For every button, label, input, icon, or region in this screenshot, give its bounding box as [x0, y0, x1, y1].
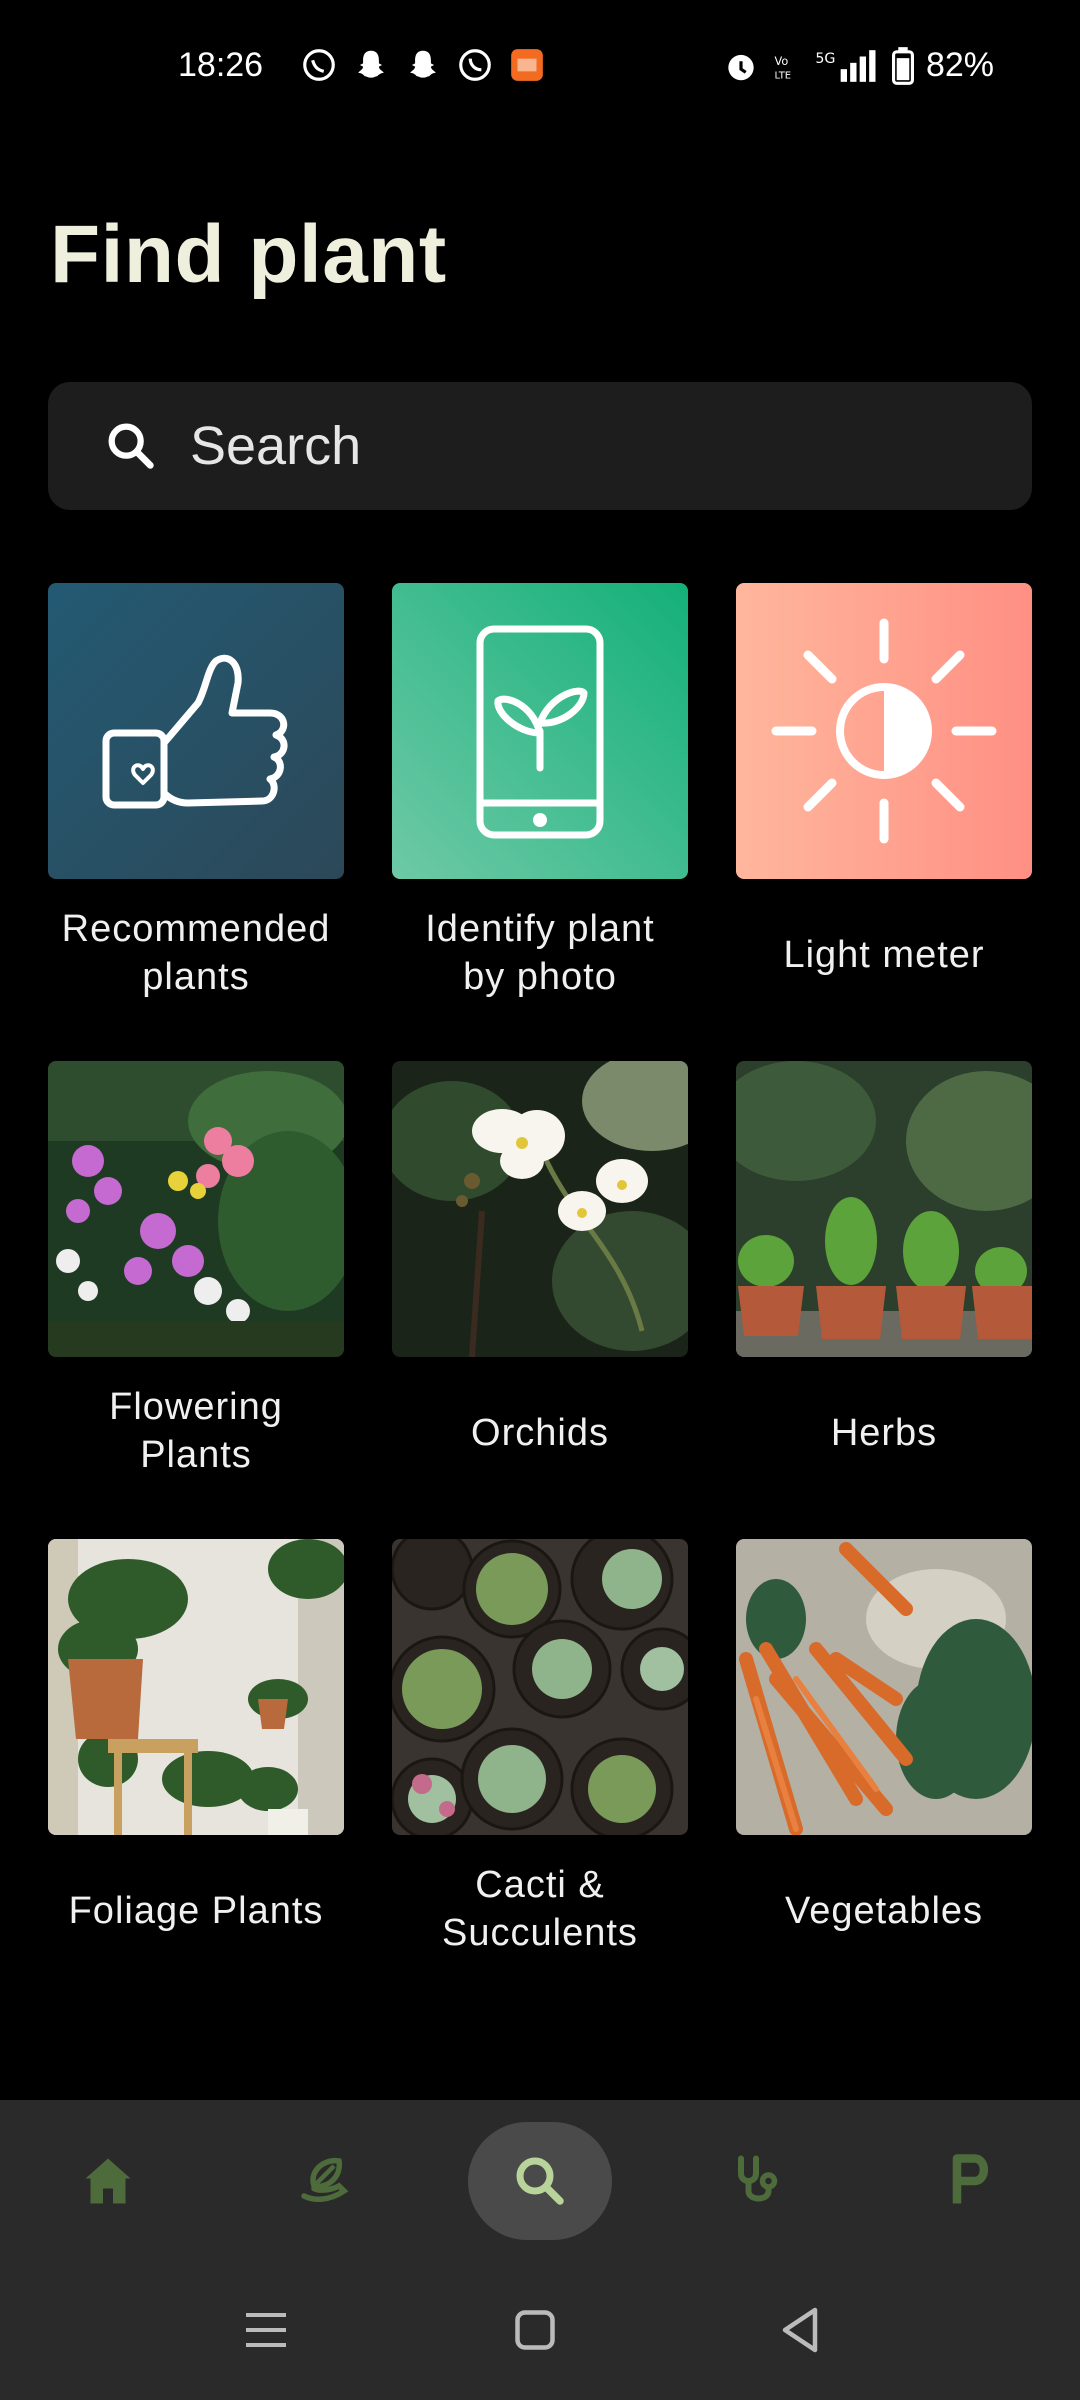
svg-text:LTE: LTE: [774, 70, 791, 81]
system-status-icons: Vo LTE 5G 82%: [722, 46, 994, 85]
letter-p-icon: [952, 2154, 989, 2204]
recent-apps-icon[interactable]: [236, 2300, 296, 2360]
thumbs-up-icon: [48, 583, 344, 879]
tile-cacti-succulents[interactable]: Cacti & Succulents: [392, 1539, 688, 1957]
bottom-navigation: [0, 2100, 1080, 2260]
svg-text:5G: 5G: [815, 50, 835, 66]
stethoscope-icon: [738, 2155, 778, 2202]
tile-orchids[interactable]: Orchids: [392, 1061, 688, 1457]
cacti-succulents-image: [392, 1539, 688, 1835]
light-meter-tile-image: [736, 583, 1032, 879]
orchids-image: [392, 1061, 688, 1357]
tile-light-meter[interactable]: Light meter: [736, 583, 1032, 979]
status-time: 18:26: [178, 46, 264, 84]
tile-label: Herbs: [830, 1412, 938, 1454]
system-navigation-bar: [0, 2260, 1080, 2400]
whatsapp-business-icon: [303, 49, 335, 81]
tile-foliage-plants[interactable]: Foliage Plants: [48, 1539, 344, 1935]
recommended-tile-image: [48, 583, 344, 879]
nav-my-plants[interactable]: [254, 2126, 394, 2236]
tile-label: Orchids: [471, 1412, 609, 1454]
snapchat-icon: [410, 50, 436, 78]
battery-icon: [891, 46, 914, 85]
search-input[interactable]: Search: [48, 382, 1032, 510]
tile-label: Flowering Plants: [109, 1386, 283, 1476]
tile-label: Identify plant by photo: [425, 908, 655, 998]
volte-icon: Vo LTE: [774, 54, 791, 81]
nav-diagnose[interactable]: [686, 2126, 826, 2236]
search-placeholder: Search: [190, 416, 362, 476]
vegetables-image: [736, 1539, 1032, 1835]
whatsapp-icon: [459, 49, 491, 81]
nav-premium[interactable]: [902, 2126, 1042, 2236]
search-icon: [108, 423, 154, 469]
back-icon[interactable]: [770, 2300, 830, 2360]
identify-tile-image: [392, 583, 688, 879]
flowering-plants-image: [48, 1061, 344, 1357]
snapchat-icon: [358, 50, 384, 78]
home-icon: [85, 2158, 131, 2204]
leaf-hand-icon: [301, 2157, 349, 2203]
tile-identify-plant[interactable]: Identify plant by photo: [392, 583, 688, 1001]
foliage-plants-image: [48, 1539, 344, 1835]
tile-label: Recommended plants: [61, 908, 331, 998]
signal-5g-icon: 5G: [815, 49, 876, 82]
svg-text:Vo: Vo: [774, 54, 788, 67]
herbs-image: [736, 1061, 1032, 1357]
search-icon: [516, 2157, 564, 2205]
sun-icon: [736, 583, 1032, 879]
nav-home[interactable]: [38, 2126, 178, 2236]
tile-herbs[interactable]: Herbs: [736, 1061, 1032, 1457]
tile-label: Cacti & Succulents: [442, 1864, 638, 1954]
app-badge-icon: [511, 49, 543, 81]
home-button-icon[interactable]: [505, 2300, 565, 2360]
tile-label: Foliage Plants: [68, 1890, 324, 1932]
page-title: Find plant: [50, 209, 447, 300]
nav-search[interactable]: [468, 2122, 612, 2240]
tile-label: Light meter: [783, 934, 985, 976]
notification-icons: [300, 46, 546, 84]
phone-sprout-icon: [392, 583, 688, 879]
tile-recommended-plants[interactable]: Recommended plants: [48, 583, 344, 1001]
status-bar: 18:26 Vo LTE 5G 82%: [0, 0, 1080, 136]
battery-percentage: 82%: [925, 46, 994, 84]
tile-vegetables[interactable]: Vegetables: [736, 1539, 1032, 1935]
alarm-icon: [728, 54, 754, 80]
tile-label: Vegetables: [784, 1890, 984, 1932]
find-plant-screen: 18:26 Vo LTE 5G 82% Find plant Search Re…: [0, 0, 1080, 2400]
tile-flowering-plants[interactable]: Flowering Plants: [48, 1061, 344, 1479]
